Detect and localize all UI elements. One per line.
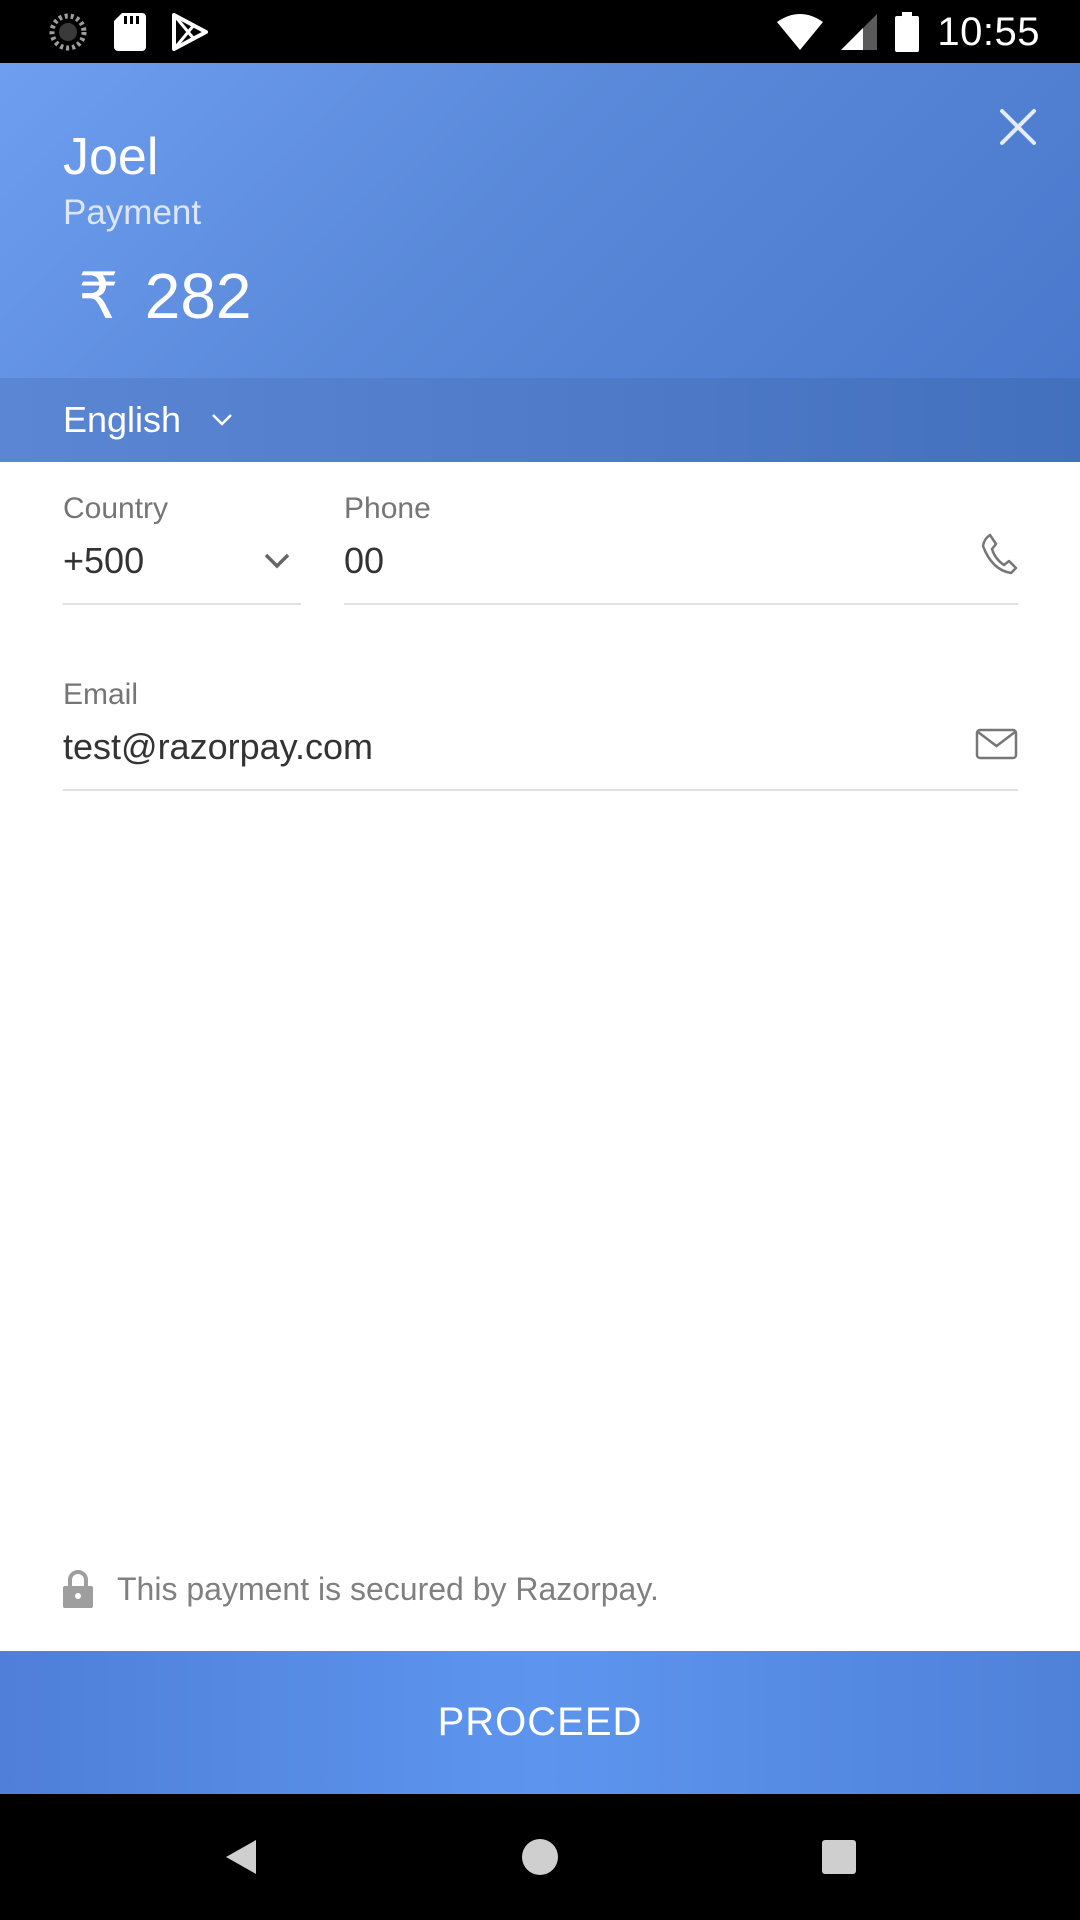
secure-notice: This payment is secured by Razorpay. — [63, 1570, 659, 1608]
wifi-icon — [777, 14, 824, 50]
close-button[interactable] — [994, 103, 1042, 151]
sd-card-icon — [114, 13, 146, 51]
phone-label: Phone — [344, 492, 431, 525]
status-bar: 10:55 — [0, 0, 1080, 63]
country-code-value: +500 — [63, 540, 145, 581]
amount-value: 282 — [144, 260, 252, 332]
currency-symbol: ₹ — [78, 260, 119, 332]
recents-button[interactable] — [814, 1832, 864, 1882]
battery-icon — [895, 12, 920, 52]
language-bar: English — [0, 378, 1080, 462]
mail-icon — [975, 728, 1018, 760]
country-underline — [63, 603, 301, 605]
country-label: Country — [63, 492, 169, 525]
signal-icon — [841, 14, 878, 50]
back-button[interactable] — [216, 1832, 266, 1882]
chevron-down-icon — [264, 553, 290, 569]
phone-value: 00 — [344, 540, 385, 581]
email-value: test@razorpay.com — [63, 726, 373, 767]
home-icon — [522, 1839, 558, 1875]
recents-icon — [822, 1840, 856, 1874]
phone-underline — [344, 603, 1018, 605]
email-underline — [63, 789, 1018, 791]
play-store-icon — [172, 13, 208, 51]
back-icon — [226, 1840, 256, 1874]
language-selector[interactable]: English — [63, 394, 233, 446]
proceed-button[interactable]: PROCEED — [0, 1651, 1080, 1794]
phone-icon — [981, 533, 1018, 575]
merchant-name: Joel — [63, 128, 159, 186]
close-icon — [1000, 109, 1036, 145]
language-label: English — [63, 399, 182, 440]
chevron-down-icon — [212, 414, 232, 426]
email-field[interactable]: test@razorpay.com — [63, 718, 1018, 790]
home-button[interactable] — [515, 1832, 565, 1882]
payment-header: Joel Payment ₹ 282 — [0, 63, 1080, 378]
status-time: 10:55 — [937, 9, 1040, 54]
country-select[interactable]: +500 — [63, 532, 301, 604]
loading-icon — [49, 13, 87, 51]
email-label: Email — [63, 678, 139, 711]
payment-amount: ₹ 282 — [78, 259, 252, 334]
phone-field[interactable]: 00 — [344, 532, 1018, 604]
lock-icon — [63, 1570, 93, 1608]
navigation-bar — [0, 1794, 1080, 1920]
secure-text: This payment is secured by Razorpay. — [117, 1570, 659, 1607]
payment-description: Payment — [63, 193, 202, 232]
